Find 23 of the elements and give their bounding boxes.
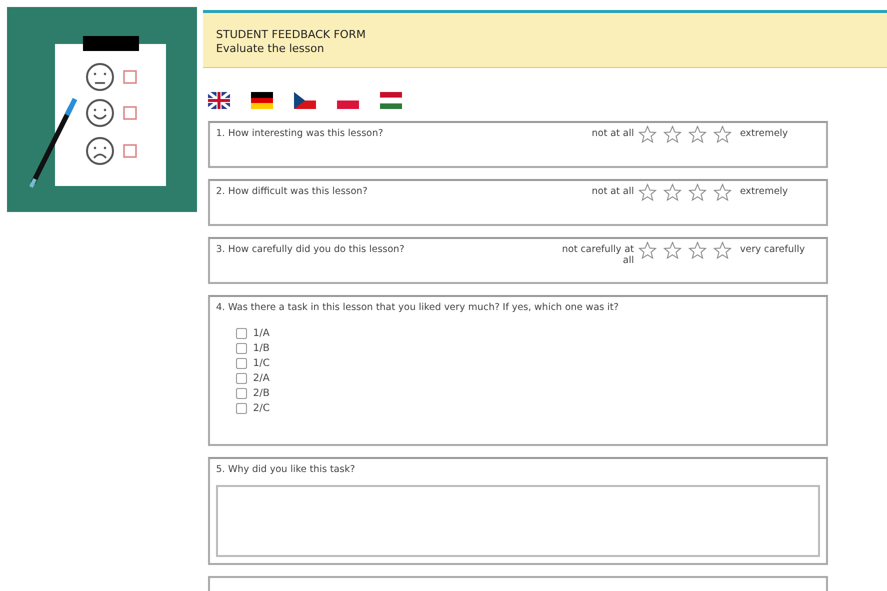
question-text: 5. Why did you like this task? [216, 464, 356, 475]
task-checkbox[interactable]: 2/A [236, 372, 270, 385]
task-checkbox[interactable]: 1/C [236, 357, 270, 370]
scale-high-label: very carefully [739, 244, 806, 255]
flag-icon[interactable] [208, 92, 230, 109]
question-text: 1. How interesting was this lesson? [216, 128, 384, 139]
flag-icon[interactable] [294, 92, 316, 109]
scale-high-label: extremely [739, 128, 789, 139]
form-title: STUDENT FEEDBACK FORM [216, 28, 367, 41]
form-subtitle: Evaluate the lesson [216, 42, 326, 55]
task-checkbox[interactable]: 1/B [236, 342, 270, 355]
task-checkbox[interactable]: 2/C [236, 402, 270, 415]
task-checkbox[interactable]: 2/B [236, 387, 270, 400]
scale-low-label: not carefully at all [562, 244, 634, 266]
question-text: 3. How carefully did you do this lesson? [216, 244, 406, 255]
flag-icon[interactable] [380, 92, 402, 109]
scale-low-label: not at all [590, 128, 634, 139]
flag-icon[interactable] [251, 92, 273, 109]
scale-high-label: extremely [739, 186, 789, 197]
question-text: 4. Was there a task in this lesson that you liked very much? If yes, which one was it? [216, 302, 619, 313]
question-text: 2. How difficult was this lesson? [216, 186, 368, 197]
scale-low-label: not at all [590, 186, 634, 197]
task-checkbox[interactable]: 1/A [236, 327, 270, 340]
